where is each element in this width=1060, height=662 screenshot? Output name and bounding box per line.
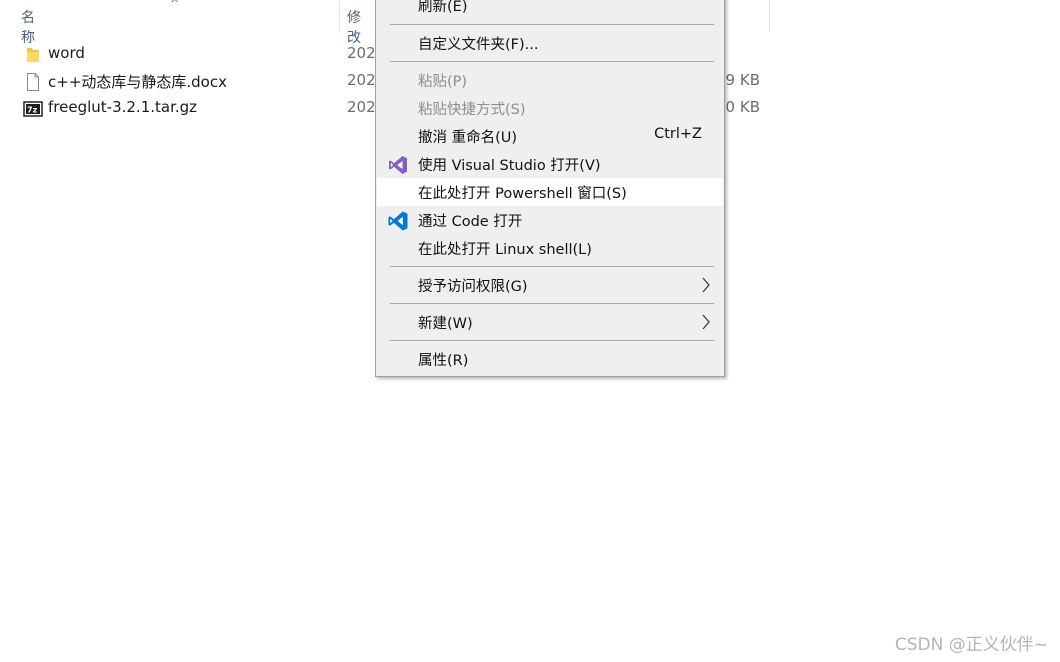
menu-separator (390, 24, 714, 25)
menu-item-open-visual-studio[interactable]: 使用 Visual Studio 打开(V) (377, 150, 723, 178)
menu-item-label: 自定义文件夹(F)... (418, 37, 539, 53)
vscode-icon (388, 211, 408, 231)
menu-item-open-powershell[interactable]: 在此处打开 Powershell 窗口(S) (377, 178, 723, 206)
file-date: 202 (347, 44, 376, 62)
file-name: word (48, 44, 85, 62)
menu-item-label: 粘贴(P) (418, 74, 468, 90)
file-explorer-window: 名称 ^ 修改 word 202 c++动态库与静态库.docx 202 79 … (0, 0, 1060, 662)
visual-studio-icon (389, 156, 407, 174)
sort-ascending-icon: ^ (170, 0, 180, 10)
menu-item-label: 撤消 重命名(U) (418, 130, 518, 146)
menu-item-label: 新建(W) (418, 316, 473, 332)
menu-item-undo-rename[interactable]: 撤消 重命名(U) Ctrl+Z (377, 122, 723, 150)
menu-item-label: 在此处打开 Powershell 窗口(S) (418, 186, 627, 202)
menu-item-new[interactable]: 新建(W) (377, 308, 723, 336)
file-name: freeglut-3.2.1.tar.gz (48, 98, 198, 116)
menu-item-shortcut: Ctrl+Z (654, 126, 702, 142)
menu-item-label: 通过 Code 打开 (418, 214, 523, 230)
watermark: CSDN @正义伙伴~ (894, 635, 1048, 655)
context-menu: 刷新(E) 自定义文件夹(F)... 粘贴(P) 粘贴快捷方式(S) 撤消 重命… (375, 0, 725, 377)
menu-separator (390, 303, 714, 304)
folder-icon (27, 48, 39, 62)
menu-item-properties[interactable]: 属性(R) (377, 345, 723, 373)
menu-item-label: 授予访问权限(G) (418, 279, 528, 295)
menu-item-label: 使用 Visual Studio 打开(V) (418, 158, 601, 174)
document-icon (27, 73, 39, 91)
menu-item-grant-access[interactable]: 授予访问权限(G) (377, 271, 723, 299)
menu-item-label: 在此处打开 Linux shell(L) (418, 242, 592, 258)
menu-item-paste-shortcut: 粘贴快捷方式(S) (377, 94, 723, 122)
column-divider[interactable] (769, 0, 770, 32)
file-name: c++动态库与静态库.docx (48, 73, 227, 91)
file-date: 202 (347, 98, 376, 116)
file-date: 202 (347, 71, 376, 89)
menu-item-customize-folder[interactable]: 自定义文件夹(F)... (377, 29, 723, 57)
menu-item-open-vscode[interactable]: 通过 Code 打开 (377, 206, 723, 234)
menu-item-label: 属性(R) (418, 353, 469, 369)
menu-item-label: 粘贴快捷方式(S) (418, 102, 526, 118)
7zip-archive-icon: 7z (23, 101, 43, 117)
chevron-right-icon (702, 277, 710, 293)
menu-separator (390, 340, 714, 341)
menu-item-label: 刷新(E) (418, 0, 468, 15)
menu-item-refresh[interactable]: 刷新(E) (377, 0, 723, 19)
chevron-right-icon (702, 314, 710, 330)
menu-item-open-linux-shell[interactable]: 在此处打开 Linux shell(L) (377, 234, 723, 262)
svg-text:7z: 7z (27, 106, 38, 115)
menu-item-paste: 粘贴(P) (377, 66, 723, 94)
menu-separator (390, 61, 714, 62)
menu-separator (390, 266, 714, 267)
column-divider[interactable] (339, 0, 340, 32)
